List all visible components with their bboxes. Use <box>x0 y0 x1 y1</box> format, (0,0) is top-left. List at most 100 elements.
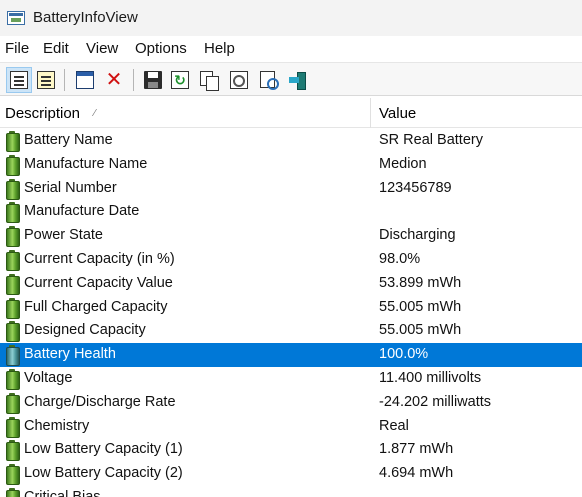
table-row[interactable]: Manufacture Date <box>0 200 582 224</box>
row-value: 55.005 mWh <box>379 322 462 339</box>
battery-icon <box>6 464 20 486</box>
sort-indicator-icon: ⁄ <box>94 108 96 119</box>
row-description: Voltage <box>24 370 73 386</box>
menu-bar: File Edit View Options Help <box>0 36 582 62</box>
battery-icon <box>6 416 20 438</box>
table-row[interactable]: Designed Capacity 55.005 mWh <box>0 319 582 343</box>
row-description: Charge/Discharge Rate <box>24 393 176 410</box>
row-description: Manufacture Date <box>24 203 140 220</box>
battery-icon <box>6 273 20 295</box>
column-divider[interactable] <box>370 98 371 128</box>
battery-icon <box>6 154 20 176</box>
row-description: Serial Number <box>24 179 117 196</box>
row-description: Battery Name <box>24 132 113 148</box>
toolbar: ✕ ↻ <box>0 62 582 96</box>
table-row[interactable]: Low Battery Capacity (2) 4.694 mWh <box>0 462 582 486</box>
toolbar-separator <box>133 69 134 91</box>
row-description: Critical Bias <box>24 489 101 497</box>
html-report-icon <box>230 71 248 89</box>
table-row[interactable]: Serial Number 123456789 <box>0 177 582 201</box>
table-header: Description ⁄ Value <box>0 98 582 128</box>
toolbar-separator <box>64 69 65 91</box>
properties-list: Battery Name SR Real Battery Manufacture N… <box>0 129 582 497</box>
row-description: Current Capacity (in %) <box>24 251 175 267</box>
row-value: SR Real Battery <box>379 132 483 148</box>
battery-log-mode-button[interactable] <box>33 67 59 93</box>
battery-icon <box>6 202 20 224</box>
battery-icon <box>6 250 20 271</box>
copy-button[interactable] <box>196 67 222 93</box>
save-button[interactable] <box>140 67 166 93</box>
table-row[interactable]: Charge/Discharge Rate -24.202 milliwatts <box>0 391 582 415</box>
table-row[interactable]: Low Battery Capacity (1) 1.877 mWh <box>0 438 582 462</box>
row-value: 53.899 mWh <box>379 274 462 291</box>
window-button[interactable] <box>72 67 98 93</box>
row-description: Battery Health <box>24 346 116 363</box>
exit-button[interactable] <box>284 67 310 93</box>
row-value: -24.202 milliwatts <box>379 393 492 410</box>
row-description: Manufacture Name <box>24 155 148 172</box>
row-value: 4.694 mWh <box>379 465 454 482</box>
row-description: Low Battery Capacity (1) <box>24 441 183 458</box>
table-row[interactable]: Full Charged Capacity 55.005 mWh <box>0 296 582 320</box>
battery-icon <box>6 226 20 248</box>
battery-icon <box>6 178 20 200</box>
row-value: Discharging <box>379 227 456 244</box>
menu-options[interactable]: Options <box>135 40 187 57</box>
battery-icon <box>6 321 20 343</box>
delete-button[interactable]: ✕ <box>101 67 127 93</box>
table-row[interactable]: Power State Discharging <box>0 224 582 248</box>
table-row[interactable]: Battery Name SR Real Battery <box>0 129 582 153</box>
battery-info-mode-button[interactable] <box>6 67 32 93</box>
table-row[interactable]: Current Capacity Value 53.899 mWh <box>0 272 582 296</box>
table-row[interactable]: Voltage 11.400 millivolts <box>0 367 582 391</box>
battery-icon <box>6 297 20 319</box>
menu-file[interactable]: File <box>5 40 29 57</box>
battery-icon <box>6 392 20 414</box>
row-description: Low Battery Capacity (2) <box>24 465 183 482</box>
row-value: 55.005 mWh <box>379 298 462 315</box>
close-icon: ✕ <box>105 69 123 91</box>
row-description: Current Capacity Value <box>24 274 173 291</box>
table-row[interactable]: Critical Bias <box>0 486 582 497</box>
row-description: Designed Capacity <box>24 322 146 339</box>
row-value: 11.400 millivolts <box>379 370 482 386</box>
refresh-button[interactable]: ↻ <box>167 67 193 93</box>
row-value: Medion <box>379 155 427 172</box>
column-header-description[interactable]: Description <box>5 105 80 122</box>
column-header-value[interactable]: Value <box>379 105 416 122</box>
app-window-icon <box>7 11 25 25</box>
row-value: Real <box>379 417 409 434</box>
save-icon <box>144 71 162 89</box>
table-row[interactable]: Battery Health 100.0% <box>0 343 582 367</box>
find-button[interactable] <box>256 67 282 93</box>
battery-log-mode-icon <box>37 71 55 89</box>
row-value: 1.877 mWh <box>379 441 454 458</box>
window-title: BatteryInfoView <box>33 9 138 26</box>
menu-view[interactable]: View <box>86 40 118 57</box>
menu-help[interactable]: Help <box>204 40 235 57</box>
row-description: Full Charged Capacity <box>24 298 168 315</box>
table-row[interactable]: Chemistry Real <box>0 415 582 439</box>
title-bar: BatteryInfoView <box>0 0 582 36</box>
row-value: 98.0% <box>379 251 421 267</box>
battery-icon <box>6 488 20 497</box>
html-report-button[interactable] <box>226 67 252 93</box>
refresh-icon: ↻ <box>171 71 189 89</box>
table-row[interactable]: Manufacture Name Medion <box>0 153 582 177</box>
row-description: Chemistry <box>24 417 90 434</box>
copy-icon <box>200 71 219 91</box>
row-description: Power State <box>24 227 103 244</box>
exit-icon <box>288 71 306 90</box>
row-value: 100.0% <box>379 346 429 363</box>
find-icon <box>260 71 279 90</box>
battery-info-mode-icon <box>10 71 28 89</box>
battery-icon <box>6 345 20 367</box>
battery-icon <box>6 440 20 462</box>
battery-icon <box>6 369 20 390</box>
menu-edit[interactable]: Edit <box>43 40 69 57</box>
table-row[interactable]: Current Capacity (in %) 98.0% <box>0 248 582 272</box>
battery-icon <box>6 131 20 152</box>
window-icon <box>76 71 94 89</box>
row-value: 123456789 <box>379 179 452 196</box>
